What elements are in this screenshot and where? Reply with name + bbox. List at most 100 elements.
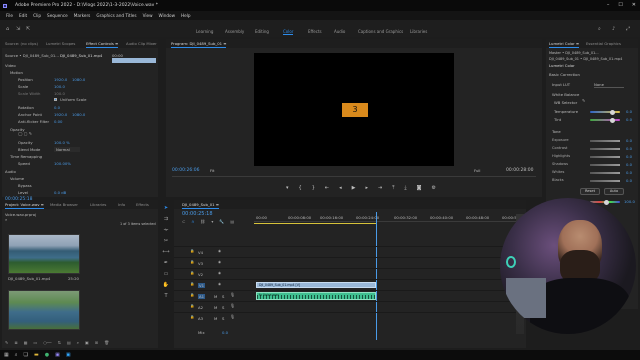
work-area-bar[interactable] bbox=[254, 223, 376, 224]
solo-button[interactable]: S bbox=[222, 305, 224, 310]
track-label-a3[interactable]: A3 bbox=[198, 316, 203, 321]
tab-audio-clip-mixer[interactable]: Audio Clip Mixer bbox=[126, 41, 157, 46]
exposure-slider[interactable] bbox=[590, 140, 620, 142]
workspace-assembly[interactable]: Assembly bbox=[225, 29, 244, 34]
wrench-icon[interactable]: 🔧 bbox=[219, 219, 224, 224]
menu-window[interactable]: Window bbox=[159, 13, 176, 18]
track-label-v2[interactable]: V2 bbox=[198, 272, 203, 277]
lock-icon[interactable]: 🔒 bbox=[190, 304, 194, 309]
freeform-view-icon[interactable]: ▭ bbox=[34, 340, 38, 347]
captions-icon[interactable]: ▤ bbox=[230, 219, 234, 224]
mix-value[interactable]: 0.0 bbox=[222, 330, 228, 335]
value-opacity[interactable]: 100.0 % bbox=[54, 140, 70, 145]
zoom-select[interactable]: Fit bbox=[210, 168, 214, 173]
blacks-slider[interactable] bbox=[590, 180, 620, 182]
mute-button[interactable]: M bbox=[214, 294, 217, 299]
sort-icon[interactable]: ⇅ bbox=[58, 340, 61, 347]
value-anchor-y[interactable]: 1080.0 bbox=[72, 112, 85, 117]
value-scale[interactable]: 100.0 bbox=[54, 84, 65, 89]
track-label-v3[interactable]: V3 bbox=[198, 261, 203, 266]
saturation-value[interactable]: 100.0 bbox=[624, 199, 635, 204]
lift-icon[interactable]: ⤒ bbox=[392, 185, 394, 193]
mark-out-icon[interactable]: } bbox=[312, 185, 315, 193]
tint-value[interactable]: 0.0 bbox=[626, 117, 632, 122]
clear-icon[interactable]: 🗑 bbox=[104, 340, 109, 347]
whites-value[interactable]: 0.0 bbox=[626, 170, 632, 175]
rectangle-tool-icon[interactable]: ▭ bbox=[164, 271, 169, 277]
program-scrubber[interactable] bbox=[172, 176, 536, 177]
add-marker-icon[interactable]: ▾ bbox=[211, 219, 213, 224]
menu-file[interactable]: File bbox=[6, 13, 13, 18]
value-position-x[interactable]: 1920.0 bbox=[54, 77, 67, 82]
go-to-in-icon[interactable]: ⇤ bbox=[325, 185, 329, 193]
home-icon[interactable]: ⌂ bbox=[6, 27, 9, 32]
lock-icon[interactable]: 🔒 bbox=[190, 315, 194, 320]
value-speed[interactable]: 100.00% bbox=[54, 161, 71, 166]
eyedropper-icon[interactable]: ✎ bbox=[582, 99, 585, 103]
camera-icon[interactable]: ◙ bbox=[417, 185, 422, 193]
input-lut-select[interactable]: None bbox=[594, 82, 624, 88]
workspace-libraries[interactable]: Libraries bbox=[410, 29, 427, 34]
section-volume[interactable]: Volume bbox=[10, 176, 24, 181]
new-item-icon[interactable]: ⊞ bbox=[95, 340, 98, 347]
section-time-remap[interactable]: Time Remapping bbox=[10, 154, 42, 159]
value-anchor-x[interactable]: 1920.0 bbox=[54, 112, 67, 117]
mic-icon[interactable]: 🎙 bbox=[230, 293, 235, 297]
eye-icon[interactable]: ◉ bbox=[218, 271, 221, 276]
close-button[interactable]: ✕ bbox=[632, 2, 636, 8]
contrast-value[interactable]: 0.0 bbox=[626, 146, 632, 151]
white-balance-toggle[interactable]: White Balance bbox=[552, 92, 579, 97]
whites-row[interactable]: Whites 0.0 bbox=[546, 170, 632, 176]
value-blend[interactable]: Normal bbox=[54, 147, 80, 152]
tab-source[interactable]: Source: (no clips) bbox=[5, 41, 38, 46]
solo-button[interactable]: S bbox=[222, 316, 224, 321]
lock-icon[interactable]: 🔒 bbox=[190, 249, 194, 254]
workspace-effects[interactable]: Effects bbox=[308, 29, 322, 34]
razor-icon[interactable]: ✂ bbox=[164, 238, 168, 244]
mask-ellipse-icon[interactable]: ◯ ▢ ✎ bbox=[18, 132, 32, 136]
checkbox-uniform-scale[interactable] bbox=[54, 98, 57, 101]
auto-button[interactable]: Auto bbox=[604, 188, 624, 195]
clip-thumbnail-2[interactable] bbox=[8, 290, 80, 330]
tab-essential-graphics[interactable]: Essential Graphics bbox=[586, 41, 621, 46]
workspace-captions[interactable]: Captions and Graphics bbox=[358, 29, 403, 34]
highlights-row[interactable]: Highlights 0.0 bbox=[546, 154, 632, 160]
lumetri-master[interactable]: Master • DJI_0489_Sub_01... bbox=[549, 51, 599, 55]
shadows-value[interactable]: 0.0 bbox=[626, 162, 632, 167]
mute-button[interactable]: M bbox=[214, 316, 217, 321]
highlights-value[interactable]: 0.0 bbox=[626, 154, 632, 159]
hand-tool-icon[interactable]: ✋ bbox=[163, 282, 169, 288]
workspace-audio[interactable]: Audio bbox=[334, 29, 345, 34]
audio-clip[interactable]: fx Voice.wav bbox=[256, 292, 376, 300]
list-view-icon[interactable]: ≣ bbox=[14, 340, 17, 347]
import-icon[interactable]: ⇲ bbox=[16, 27, 20, 32]
value-flicker[interactable]: 0.00 bbox=[54, 119, 62, 124]
new-bin-icon[interactable]: ▣ bbox=[85, 340, 89, 347]
tab-effect-controls[interactable]: Effect Controls ≡ bbox=[86, 41, 119, 48]
step-back-icon[interactable]: ◂ bbox=[339, 185, 342, 193]
menu-view[interactable]: View bbox=[143, 13, 153, 18]
blacks-row[interactable]: Blacks 0.0 bbox=[546, 178, 632, 184]
tab-lumetri-scopes[interactable]: Lumetri Scopes bbox=[46, 41, 75, 46]
video-clip[interactable]: DJI_0489_Sub_01.mp4 [V] bbox=[256, 282, 376, 288]
mute-button[interactable]: M bbox=[214, 305, 217, 310]
lock-icon[interactable]: 🔒 bbox=[190, 293, 194, 298]
track-label-a2[interactable]: A2 bbox=[198, 305, 203, 310]
section-motion[interactable]: Motion bbox=[10, 70, 23, 75]
lock-icon[interactable]: 🔒 bbox=[190, 271, 194, 276]
track-select-icon[interactable]: ⇉ bbox=[164, 216, 168, 222]
tab-effects[interactable]: Effects bbox=[136, 202, 149, 207]
lumetri-source-line[interactable]: DJI_0489_Sub_01 • DJI_0489_Sub_01.mp4 bbox=[549, 57, 622, 61]
menu-edit[interactable]: Edit bbox=[19, 13, 27, 18]
workspace-learning[interactable]: Learning bbox=[196, 29, 213, 34]
search-icon[interactable]: ⌕ bbox=[598, 27, 601, 32]
explorer-icon[interactable]: ▬ bbox=[34, 352, 39, 358]
play-icon[interactable]: ▶ bbox=[352, 185, 356, 193]
tab-libraries[interactable]: Libraries bbox=[90, 202, 106, 207]
nest-icon[interactable]: ⊂ bbox=[182, 219, 185, 224]
whites-slider[interactable] bbox=[590, 172, 620, 174]
track-label-v1[interactable]: V1 bbox=[198, 283, 206, 288]
go-to-out-icon[interactable]: ⇥ bbox=[378, 185, 382, 193]
workspace-color[interactable]: Color bbox=[283, 29, 294, 35]
browser-icon[interactable]: ● bbox=[45, 352, 49, 358]
